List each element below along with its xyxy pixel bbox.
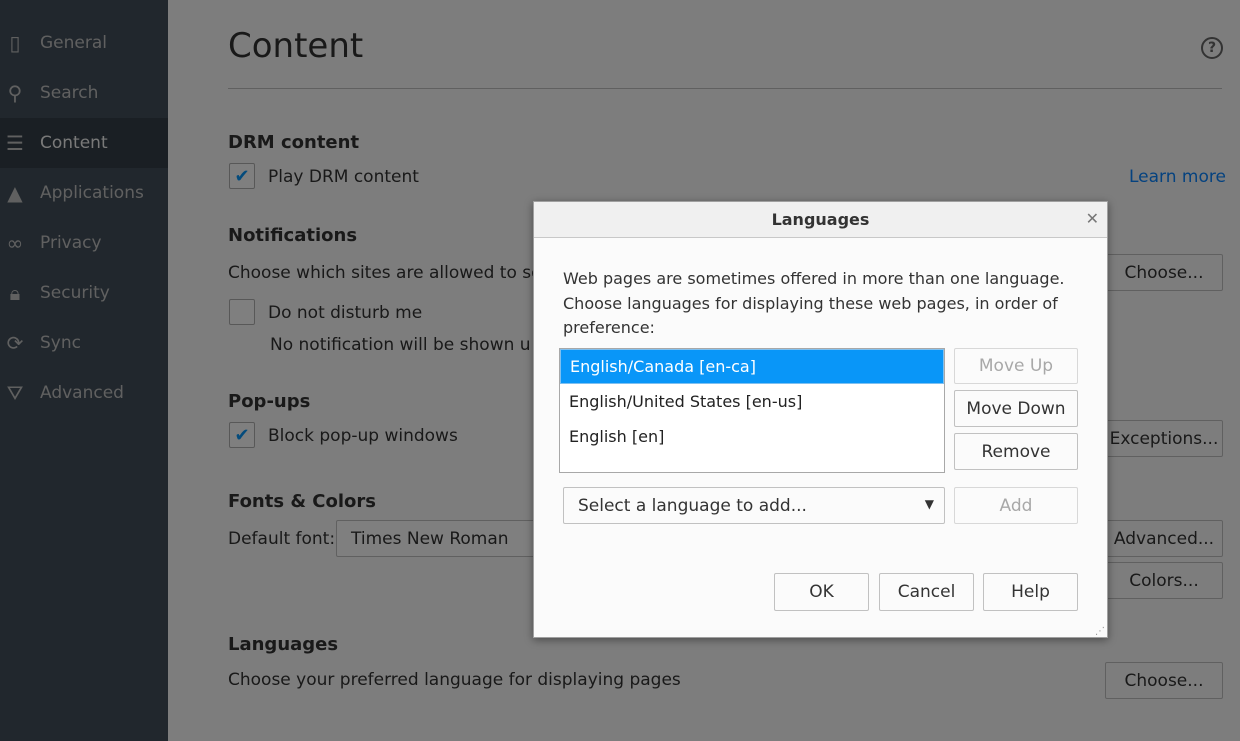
languages-dialog: Languages ✕ Web pages are sometimes offe… [533, 201, 1108, 638]
remove-button[interactable]: Remove [954, 433, 1078, 470]
move-up-button[interactable]: Move Up [954, 348, 1078, 384]
language-select-value: Select a language to add... [578, 495, 807, 516]
dropdown-arrow-icon: ▼ [924, 497, 934, 511]
resize-grip-icon[interactable]: ⋰ [1095, 626, 1105, 637]
close-icon[interactable]: ✕ [1086, 209, 1099, 228]
move-down-button[interactable]: Move Down [954, 390, 1078, 427]
list-item[interactable]: English/United States [en-us] [560, 384, 944, 419]
ok-button[interactable]: OK [774, 573, 869, 611]
language-select[interactable]: Select a language to add... ▼ [563, 487, 945, 524]
list-item[interactable]: English/Canada [en-ca] [560, 349, 944, 384]
dialog-description: Web pages are sometimes offered in more … [563, 269, 1065, 337]
language-list[interactable]: English/Canada [en-ca] English/United St… [559, 348, 945, 473]
cancel-button[interactable]: Cancel [879, 573, 974, 611]
help-button[interactable]: Help [983, 573, 1078, 611]
add-button[interactable]: Add [954, 487, 1078, 524]
list-item[interactable]: English [en] [560, 419, 944, 454]
dialog-title: Languages [534, 202, 1107, 238]
